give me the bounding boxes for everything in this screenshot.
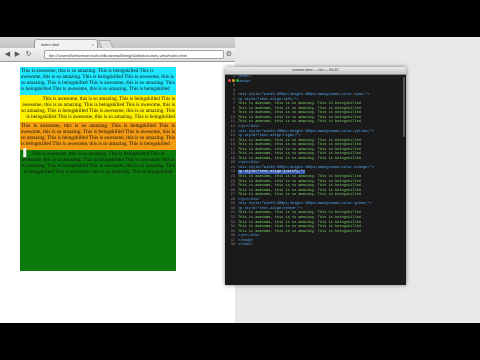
cyan-block: This is awesome, this is so amazing. Thi… xyxy=(20,67,176,95)
orange-paragraph: This is awesome, this is so amazing. Thi… xyxy=(21,123,175,148)
green-paragraph: This is awesome, this is so amazing. Thi… xyxy=(21,151,175,176)
code-text: This is awesome, this is so amazing. Thi… xyxy=(238,215,361,220)
terminal-window: courses-view — vim — 80×57 1 <html> 2 <body… xyxy=(225,67,406,285)
tab-title: index.html xyxy=(41,42,60,47)
code-text: This is awesome, this is so amazing. Thi… xyxy=(238,179,361,184)
code-text: <div style="width:300px;height:100px;bac… xyxy=(238,129,374,134)
code-text: This is awesome, this is so amazing. Thi… xyxy=(238,229,361,234)
page-content: This is awesome, this is so amazing. Thi… xyxy=(20,67,176,271)
code-text: </p></div> xyxy=(238,161,260,166)
forward-button[interactable]: ▶ xyxy=(13,50,22,59)
wrench-icon[interactable]: ⚙ xyxy=(226,50,232,59)
cursor-overlay-icon: ❚ xyxy=(21,147,29,157)
code-text: This is awesome, this is so amazing. Thi… xyxy=(238,220,361,225)
terminal-scrollbar[interactable] xyxy=(403,77,405,137)
yellow-block: This is awesome, this is so amazing. Thi… xyxy=(20,95,176,122)
code-text: This is awesome, this is so amazing. Thi… xyxy=(238,175,361,180)
browser-toolbar: ◀ ▶ ↻ file:///Users/BrettcmsmVoofcot/Bus… xyxy=(0,48,235,62)
code-text: This is awesome, this is so amazing. Thi… xyxy=(238,102,361,107)
code-text: <div style="width:300px;height:100px;bac… xyxy=(238,202,372,207)
code-editor[interactable]: 1 <html> 2 <body> 3 4 5 <div style="width:300px… xyxy=(225,75,406,285)
green-block: ❚ This is awesome, this is so amazing. T… xyxy=(20,147,176,271)
code-text: <p style="text-align:right;"> xyxy=(238,134,301,139)
code-text: This is awesome, this is so amazing. Thi… xyxy=(238,193,361,198)
code-text: This is awesome, this is so amazing. Thi… xyxy=(238,225,361,230)
tab-bar: index.html × xyxy=(0,37,235,49)
code-text: <p style="text-align:justify;"> xyxy=(238,170,305,175)
back-button[interactable]: ◀ xyxy=(3,50,12,59)
orange-block: This is awesome, this is so amazing. Thi… xyxy=(20,122,176,150)
code-text: This is awesome, this is so amazing. Thi… xyxy=(238,184,361,189)
letterbox-bottom xyxy=(0,323,480,360)
letterbox-top xyxy=(0,0,480,37)
code-text: <body> xyxy=(238,79,251,84)
terminal-title: courses-view — vim — 80×57 xyxy=(292,68,339,72)
address-bar[interactable]: file:///Users/BrettcmsmVoofcot/Business/… xyxy=(44,50,224,59)
desktop: index.html × ◀ ▶ ↻ file:///Users/Brettcm… xyxy=(0,0,480,360)
code-text: This is awesome, this is so amazing. Thi… xyxy=(238,111,361,116)
cyan-paragraph: This is awesome, this is so amazing. Thi… xyxy=(21,68,175,93)
code-text: This is awesome, this is so amazing. Thi… xyxy=(238,120,361,125)
code-line: 38 </html> xyxy=(225,243,406,248)
line-number: 38 xyxy=(230,243,235,248)
reload-button[interactable]: ↻ xyxy=(24,50,33,59)
code-text: </html> xyxy=(238,243,254,248)
code-text: <div style="width:300px;height:100px;bac… xyxy=(238,93,370,98)
code-text: This is awesome, this is so amazing. Thi… xyxy=(238,211,361,216)
terminal-titlebar: courses-view — vim — 80×57 xyxy=(225,67,406,82)
browser-window: index.html × ◀ ▶ ↻ file:///Users/Brettcm… xyxy=(0,37,235,323)
code-text: This is awesome, this is so amazing. Thi… xyxy=(238,152,361,157)
code-text: <html> xyxy=(238,75,251,79)
tab-index[interactable]: index.html × xyxy=(34,39,98,48)
yellow-paragraph: This is awesome, this is so amazing. Thi… xyxy=(21,96,175,121)
code-text: </p></div> xyxy=(238,234,260,239)
code-text: </p></div> xyxy=(238,125,260,130)
code-text: This is awesome, this is so amazing. Thi… xyxy=(238,143,361,148)
